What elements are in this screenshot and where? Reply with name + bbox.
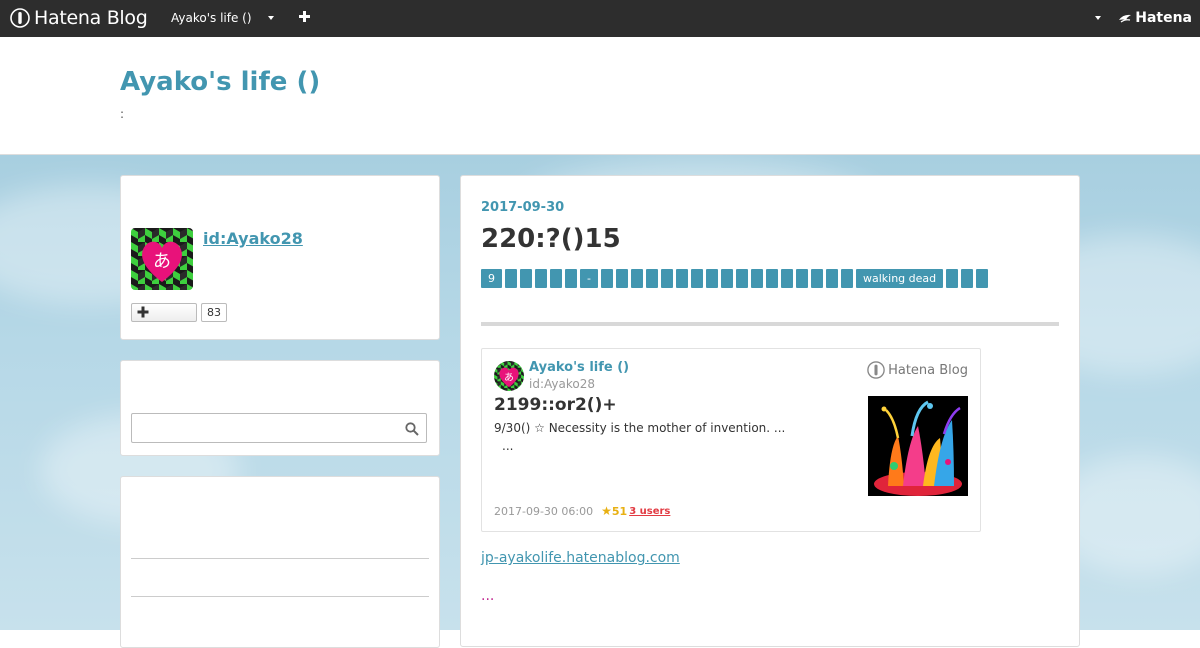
category-tag[interactable] [690,269,703,288]
blog-description: : [120,107,125,121]
category-tag[interactable] [946,269,959,288]
category-tag[interactable]: - [580,269,598,288]
category-tag[interactable] [795,269,808,288]
star-count: 51 [611,504,628,518]
entry-date[interactable]: 2017-09-30 [481,200,564,215]
category-tag[interactable] [765,269,778,288]
embed-desc-line: ... [502,439,514,453]
search-module [120,360,440,456]
category-tag[interactable]: walking dead [855,269,944,288]
brand-text: Hatena Blog [34,7,148,29]
hatena-logo[interactable]: Hatena [1118,10,1192,26]
plus-icon [137,306,149,318]
embed-avatar[interactable]: あ [494,361,524,391]
category-tag[interactable] [535,269,547,288]
paint-splash-image-icon [868,396,968,496]
hatena-blog-brand[interactable]: Hatena Blog [10,8,148,28]
chevron-down-icon[interactable] [268,16,274,20]
avatar-image-icon: あ [494,361,524,391]
hatena-blog-logo-icon [10,8,30,28]
category-tag[interactable] [720,269,733,288]
embed-thumbnail[interactable] [868,396,968,496]
read-more-text[interactable]: ... [481,588,494,604]
category-tag[interactable] [600,269,613,288]
hatena-logo-text: Hatena [1135,10,1192,26]
entry-divider [481,322,1059,326]
category-tag[interactable] [550,269,562,288]
profile-user-id[interactable]: id:Ayako28 [203,229,303,248]
hatena-blog-logo-icon [867,361,885,379]
hatena-bird-icon [1119,14,1132,23]
user-menu-chevron-icon[interactable] [1095,16,1101,20]
avatar-image-icon: あ [131,228,193,290]
category-tag[interactable] [505,269,517,288]
follow-button[interactable] [131,303,197,322]
embed-user-id: id:Ayako28 [529,377,595,391]
avatar[interactable]: あ [131,228,193,290]
search-input[interactable] [131,413,427,443]
category-tag[interactable]: 9 [481,269,502,288]
list-divider [131,596,429,597]
avatar-char: あ [153,251,171,272]
global-header: Hatena Blog Ayako's life () Hatena [0,0,1200,37]
embed-blog-name[interactable]: Ayako's life () [529,360,629,375]
embed-timestamp: 2017-09-30 06:00 [494,504,594,518]
profile-module: あ id:Ayako28 83 [120,175,440,340]
category-tag[interactable] [780,269,793,288]
blog-title[interactable]: Ayako's life () [120,67,320,97]
star-icon[interactable]: ★ [601,504,612,518]
category-tag[interactable] [735,269,748,288]
embed-hatena-blog-brand: Hatena Blog [867,361,968,379]
entry-title[interactable]: 220:?()15 [481,224,621,254]
blog-embed-card[interactable]: あ Ayako's life () id:Ayako28 Hatena Blog… [481,348,981,532]
avatar-char: あ [504,372,514,383]
category-tag[interactable] [565,269,577,288]
recent-entries-module [120,476,440,648]
embed-title[interactable]: 2199::or2()+ [494,395,617,415]
category-tag[interactable] [705,269,718,288]
category-tag[interactable] [961,269,974,288]
category-tag[interactable] [645,269,658,288]
embed-desc-line: 9/30() ☆ Necessity is the mother of inve… [494,421,786,435]
embed-brand-text: Hatena Blog [888,362,968,378]
entry-categories: 9 - walking dead [481,269,1061,291]
blog-header: Ayako's life () : [0,37,1200,155]
bookmark-users-link[interactable]: 3 users [629,506,670,517]
category-tag[interactable] [630,269,643,288]
entry-article: 2017-09-30 220:?()15 9 - walking dead あ Ay… [460,175,1080,647]
category-tag[interactable] [520,269,532,288]
category-tag[interactable] [825,269,838,288]
category-tag[interactable] [675,269,688,288]
list-divider [131,558,429,559]
embed-meta: 2017-09-30 06:00 ★ 51 3 users [494,504,670,518]
plus-icon[interactable] [298,10,311,23]
follower-count: 83 [201,303,227,322]
category-tag[interactable] [750,269,763,288]
blog-url-link[interactable]: jp-ayakolife.hatenablog.com [481,550,680,566]
search-icon[interactable] [405,422,419,436]
category-tag[interactable] [615,269,628,288]
category-tag[interactable] [840,269,853,288]
category-tag[interactable] [810,269,823,288]
embed-description: 9/30() ☆ Necessity is the mother of inve… [494,419,834,455]
blog-switcher[interactable]: Ayako's life () [171,11,252,25]
category-tag[interactable] [660,269,673,288]
category-tag[interactable] [976,269,989,288]
